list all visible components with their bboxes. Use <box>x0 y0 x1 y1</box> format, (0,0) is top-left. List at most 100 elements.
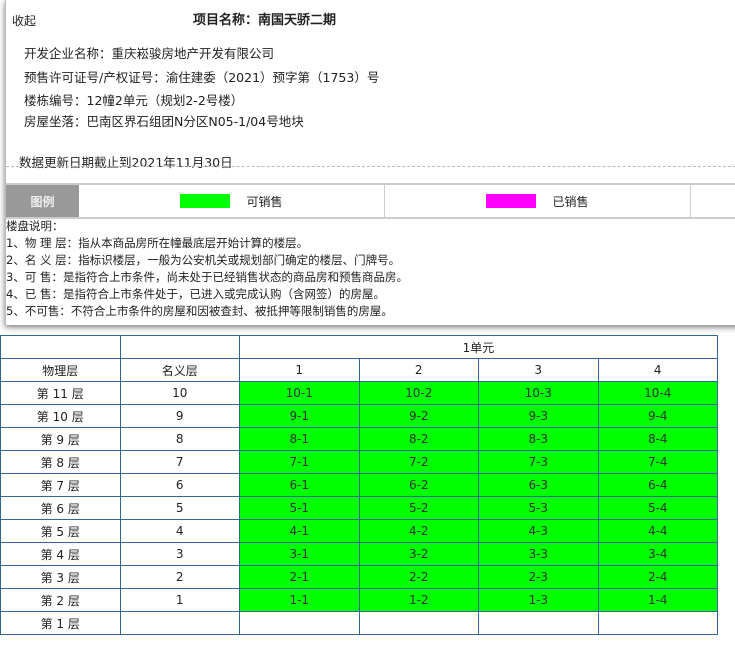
note-item: 4、已 售：是指符合上市条件处于，已进入或完成认购（含网签）的房屋。 <box>6 287 385 301</box>
room-cell-available[interactable]: 6-4 <box>597 473 718 497</box>
nominal-floor-cell: 6 <box>119 473 240 497</box>
room-cell-available[interactable]: 10-1 <box>239 381 360 405</box>
room-cell-available[interactable]: 2-4 <box>597 565 718 589</box>
building-number: 楼栋编号：12幢2单元（规划2-2号楼） <box>24 93 244 108</box>
building-notes: 楼盘说明： 1、物 理 层：指从本商品房所在幢最底层开始计算的楼层。 2、名 义… <box>6 218 408 320</box>
table-row: 第 10 层 9 9-1 9-2 9-3 9-4 <box>0 404 718 428</box>
house-location: 房屋坐落：巴南区界石组团N分区N05-1/04号地块 <box>24 114 304 129</box>
room-cell-available[interactable]: 2-2 <box>358 565 479 589</box>
note-item: 5、不可售：不符合上市条件的房屋和因被查封、被抵押等限制销售的房屋。 <box>6 304 393 318</box>
table-row: 第 11 层 10 10-1 10-2 10-3 10-4 <box>0 381 718 405</box>
room-cell-available[interactable]: 9-1 <box>239 404 360 428</box>
col-room: 1 <box>239 358 360 382</box>
room-cell-available[interactable]: 5-1 <box>239 496 360 520</box>
room-cell-available[interactable]: 9-2 <box>358 404 479 428</box>
col-nominal-floor: 名义层 <box>119 358 240 382</box>
room-cell-available[interactable]: 7-4 <box>597 450 718 474</box>
physical-floor-cell: 第 3 层 <box>0 565 121 589</box>
nominal-floor-cell: 9 <box>119 404 240 428</box>
divider <box>6 166 735 167</box>
table-row: 第 1 层 <box>0 611 718 635</box>
project-title: 项目名称：南国天骄二期 <box>193 13 337 28</box>
unit-header: 1单元 <box>239 335 718 359</box>
room-cell-available[interactable]: 8-4 <box>597 427 718 451</box>
physical-floor-cell: 第 11 层 <box>0 381 121 405</box>
physical-floor-cell: 第 10 层 <box>0 404 121 428</box>
table-row: 第 5 层 4 4-1 4-2 4-3 4-4 <box>0 519 718 543</box>
room-cell-available[interactable]: 8-1 <box>239 427 360 451</box>
room-cell-empty <box>358 611 479 635</box>
room-cell-available[interactable]: 10-4 <box>597 381 718 405</box>
room-cell-available[interactable]: 5-4 <box>597 496 718 520</box>
nominal-floor-cell: 8 <box>119 427 240 451</box>
room-cell-available[interactable]: 9-4 <box>597 404 718 428</box>
room-cell-available[interactable]: 4-2 <box>358 519 479 543</box>
legend-item-sold: 已销售 <box>385 185 691 217</box>
collapse-link[interactable]: 收起 <box>12 12 36 29</box>
col-room: 4 <box>597 358 718 382</box>
legend-bar: 图例 可销售 已销售 <box>6 183 735 219</box>
physical-floor-cell: 第 8 层 <box>0 450 121 474</box>
room-cell-available[interactable]: 7-3 <box>478 450 599 474</box>
table-header-row: 1单元 <box>0 335 718 359</box>
legend-item-label: 可销售 <box>246 194 283 209</box>
room-cell-available[interactable]: 10-2 <box>358 381 479 405</box>
note-item: 1、物 理 层：指从本商品房所在幢最底层开始计算的楼层。 <box>6 236 309 250</box>
physical-floor-cell: 第 6 层 <box>0 496 121 520</box>
nominal-floor-cell: 1 <box>119 588 240 612</box>
room-cell-available[interactable]: 1-4 <box>597 588 718 612</box>
room-cell-available[interactable]: 9-3 <box>478 404 599 428</box>
nominal-floor-cell: 4 <box>119 519 240 543</box>
table-row: 第 7 层 6 6-1 6-2 6-3 6-4 <box>0 473 718 497</box>
room-cell-available[interactable]: 6-3 <box>478 473 599 497</box>
room-cell-available[interactable]: 2-1 <box>239 565 360 589</box>
table-row: 第 4 层 3 3-1 3-2 3-3 3-4 <box>0 542 718 566</box>
note-item: 2、名 义 层：指标识楼层，一般为公安机关或规划部门确定的楼层、门牌号。 <box>6 253 401 267</box>
room-cell-available[interactable]: 5-3 <box>478 496 599 520</box>
room-cell-available[interactable]: 3-3 <box>478 542 599 566</box>
room-cell-available[interactable]: 10-3 <box>478 381 599 405</box>
room-cell-empty <box>239 611 360 635</box>
room-cell-available[interactable]: 5-2 <box>358 496 479 520</box>
col-room: 2 <box>358 358 479 382</box>
table-row: 第 2 层 1 1-1 1-2 1-3 1-4 <box>0 588 718 612</box>
col-physical-floor: 物理层 <box>0 358 121 382</box>
nominal-floor-cell: 3 <box>119 542 240 566</box>
developer-name: 开发企业名称：重庆崧骏房地产开发有限公司 <box>24 46 275 61</box>
room-cell-available[interactable]: 4-3 <box>478 519 599 543</box>
update-date: 数据更新日期截止到2021年11月30日 <box>19 155 233 170</box>
table-header-row: 物理层 名义层 1 2 3 4 <box>0 358 718 382</box>
room-cell-empty <box>478 611 599 635</box>
room-cell-available[interactable]: 8-3 <box>478 427 599 451</box>
room-cell-available[interactable]: 1-3 <box>478 588 599 612</box>
room-cell-available[interactable]: 7-2 <box>358 450 479 474</box>
room-cell-available[interactable]: 4-1 <box>239 519 360 543</box>
room-cell-available[interactable]: 3-2 <box>358 542 479 566</box>
legend-label: 图例 <box>6 185 79 217</box>
nominal-floor-cell <box>119 611 240 635</box>
table-row: 第 6 层 5 5-1 5-2 5-3 5-4 <box>0 496 718 520</box>
permit-number: 预售许可证号/产权证号：渝住建委（2021）预字第（1753）号 <box>24 70 380 85</box>
available-swatch <box>180 194 231 208</box>
nominal-floor-cell: 2 <box>119 565 240 589</box>
notes-heading: 楼盘说明： <box>6 219 64 233</box>
header-blank <box>0 335 121 359</box>
room-cell-available[interactable]: 3-1 <box>239 542 360 566</box>
note-item: 3、可 售：是指符合上市条件，尚未处于已经销售状态的商品房和预售商品房。 <box>6 270 408 284</box>
physical-floor-cell: 第 4 层 <box>0 542 121 566</box>
header-blank <box>119 335 240 359</box>
legend-item-label: 已销售 <box>552 194 589 209</box>
physical-floor-cell: 第 1 层 <box>0 611 121 635</box>
room-cell-available[interactable]: 7-1 <box>239 450 360 474</box>
room-cell-available[interactable]: 6-2 <box>358 473 479 497</box>
room-cell-available[interactable]: 8-2 <box>358 427 479 451</box>
physical-floor-cell: 第 7 层 <box>0 473 121 497</box>
room-cell-available[interactable]: 1-2 <box>358 588 479 612</box>
physical-floor-cell: 第 9 层 <box>0 427 121 451</box>
room-cell-available[interactable]: 4-4 <box>597 519 718 543</box>
room-cell-available[interactable]: 6-1 <box>239 473 360 497</box>
room-cell-available[interactable]: 2-3 <box>478 565 599 589</box>
room-cell-available[interactable]: 3-4 <box>597 542 718 566</box>
table-row: 第 3 层 2 2-1 2-2 2-3 2-4 <box>0 565 718 589</box>
room-cell-available[interactable]: 1-1 <box>239 588 360 612</box>
